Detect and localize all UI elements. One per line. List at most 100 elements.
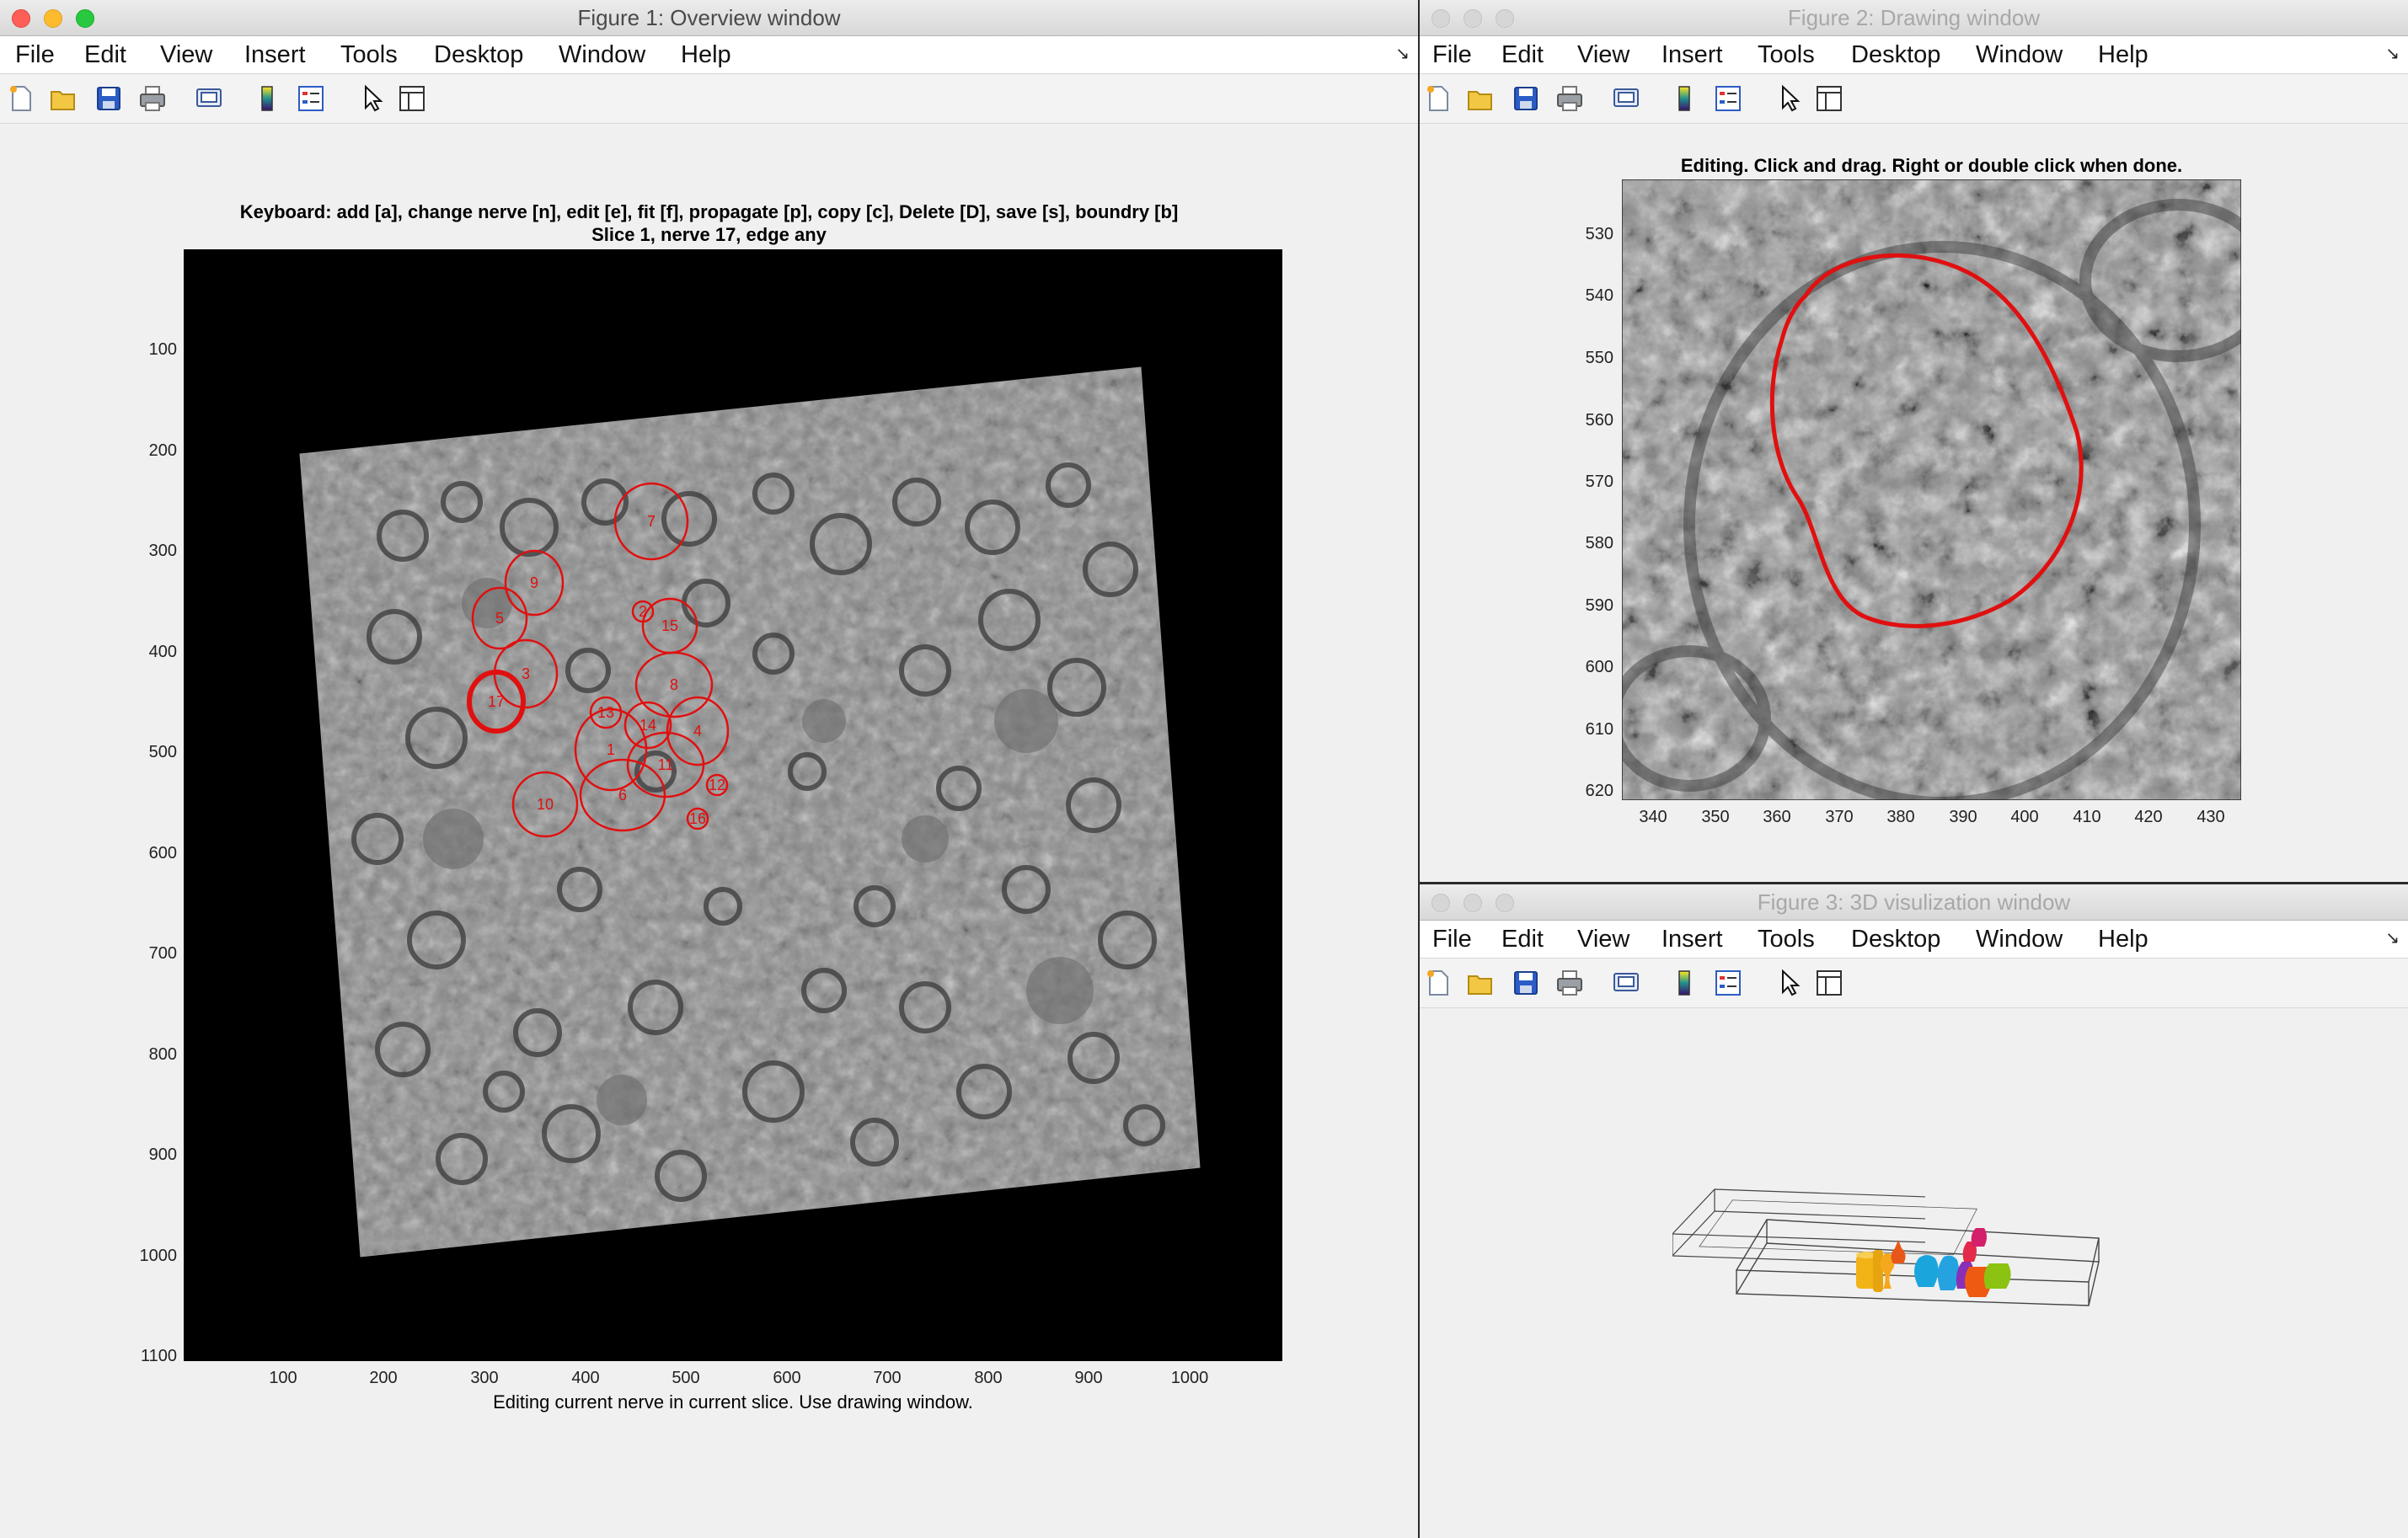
xtick: 400 (2010, 808, 2039, 826)
menu-window[interactable]: Window (1976, 36, 2063, 73)
nerve-label-1: 1 (607, 741, 615, 758)
ytick: 530 (1585, 225, 1613, 243)
menu-desktop[interactable]: Desktop (434, 36, 523, 73)
nerve-label-8: 8 (670, 676, 678, 693)
edit-plot-arrow-icon[interactable] (357, 84, 386, 113)
ytick: 610 (1585, 720, 1613, 739)
property-inspector-icon[interactable] (1815, 969, 1843, 997)
menu-insert[interactable]: Insert (1662, 36, 1723, 73)
menu-desktop[interactable]: Desktop (1851, 921, 1940, 958)
menu-insert[interactable]: Insert (244, 36, 306, 73)
menu-tools[interactable]: Tools (1758, 36, 1815, 73)
3d-nerve-shapes (1856, 1228, 2011, 1297)
overview-axes[interactable]: 795 21538171314 41111261016 (184, 249, 1282, 1361)
window-title: Figure 1: Overview window (577, 5, 841, 30)
open-file-icon[interactable] (49, 84, 78, 113)
nerve-label-4: 4 (693, 723, 702, 740)
menu-window[interactable]: Window (1976, 921, 2063, 958)
nerve-label-9: 9 (530, 574, 538, 591)
open-file-icon[interactable] (1466, 84, 1495, 113)
drawing-axes[interactable] (1622, 179, 2241, 800)
menu-tools[interactable]: Tools (340, 36, 398, 73)
print-preview-icon[interactable] (195, 84, 223, 113)
xtick: 400 (571, 1369, 600, 1387)
3d-scene[interactable] (1672, 1162, 2178, 1373)
nerve-label-5: 5 (495, 610, 504, 627)
nerve-label-12: 12 (709, 777, 725, 793)
menu-file[interactable]: File (1432, 36, 1472, 73)
nerve-label-17: 17 (488, 693, 505, 710)
menu-help[interactable]: Help (681, 36, 731, 73)
nerve-label-7: 7 (647, 513, 656, 530)
figure3-titlebar[interactable]: Figure 3: 3D visulization window (1420, 884, 2408, 921)
xtick: 350 (1701, 808, 1730, 826)
dock-arrow-icon[interactable]: ↘ (2385, 927, 2400, 948)
print-icon[interactable] (1555, 969, 1584, 997)
menu-window[interactable]: Window (559, 36, 645, 73)
legend-icon[interactable] (1714, 84, 1742, 113)
figure2-titlebar[interactable]: Figure 2: Drawing window (1420, 0, 2408, 36)
ytick: 900 (148, 1145, 177, 1164)
dock-arrow-icon[interactable]: ↘ (1395, 43, 1410, 64)
ytick: 600 (1585, 658, 1613, 676)
save-icon[interactable] (1512, 84, 1540, 113)
print-preview-icon[interactable] (1612, 969, 1640, 997)
menu-view[interactable]: View (1577, 36, 1629, 73)
xtick: 800 (974, 1369, 1003, 1387)
ytick: 560 (1585, 411, 1613, 430)
xtick: 370 (1825, 808, 1854, 826)
menu-tools[interactable]: Tools (1758, 921, 1815, 958)
ytick: 600 (148, 844, 177, 862)
property-inspector-icon[interactable] (1815, 84, 1843, 113)
ytick: 800 (148, 1045, 177, 1064)
legend-icon[interactable] (1714, 969, 1742, 997)
axes-title-line2: Slice 1, nerve 17, edge any (591, 224, 827, 245)
colorbar-icon[interactable] (1670, 969, 1699, 997)
nerve-label-6: 6 (618, 787, 627, 804)
xtick: 340 (1639, 808, 1667, 826)
ytick: 620 (1585, 782, 1613, 800)
ytick: 100 (148, 340, 177, 359)
print-icon[interactable] (138, 84, 167, 113)
xtick: 200 (369, 1369, 398, 1387)
menu-file[interactable]: File (15, 36, 55, 73)
print-icon[interactable] (1555, 84, 1584, 113)
new-figure-icon[interactable] (7, 84, 35, 113)
figure1-titlebar[interactable]: Figure 1: Overview window (0, 0, 1418, 36)
nerve-label-11: 11 (658, 756, 674, 773)
nerve-label-3: 3 (522, 665, 530, 682)
menu-edit[interactable]: Edit (1501, 921, 1544, 958)
property-inspector-icon[interactable] (398, 84, 426, 113)
edit-plot-arrow-icon[interactable] (1774, 84, 1803, 113)
ytick: 500 (148, 743, 177, 761)
legend-icon[interactable] (297, 84, 325, 113)
colorbar-icon[interactable] (1670, 84, 1699, 113)
dock-arrow-icon[interactable]: ↘ (2385, 43, 2400, 64)
menu-desktop[interactable]: Desktop (1851, 36, 1940, 73)
window-title: Figure 2: Drawing window (1787, 5, 2041, 30)
menu-edit[interactable]: Edit (84, 36, 126, 73)
xtick: 300 (470, 1369, 499, 1387)
xtick: 430 (2197, 808, 2225, 826)
xtick: 1000 (1170, 1369, 1209, 1387)
xtick: 390 (1949, 808, 1977, 826)
menu-help[interactable]: Help (2098, 36, 2148, 73)
nerve-label-16: 16 (689, 810, 706, 827)
colorbar-icon[interactable] (253, 84, 281, 113)
save-icon[interactable] (1512, 969, 1540, 997)
nerve-label-10: 10 (537, 796, 554, 813)
menu-file[interactable]: File (1432, 921, 1472, 958)
print-preview-icon[interactable] (1612, 84, 1640, 113)
menu-help[interactable]: Help (2098, 921, 2148, 958)
open-file-icon[interactable] (1466, 969, 1495, 997)
edit-plot-arrow-icon[interactable] (1774, 969, 1803, 997)
figure2-window: Figure 2: Drawing window File Edit View … (1420, 0, 2408, 882)
new-figure-icon[interactable] (1424, 969, 1453, 997)
menu-insert[interactable]: Insert (1662, 921, 1723, 958)
menu-view[interactable]: View (1577, 921, 1629, 958)
menu-view[interactable]: View (160, 36, 212, 73)
save-icon[interactable] (94, 84, 123, 113)
menu-edit[interactable]: Edit (1501, 36, 1544, 73)
ytick: 570 (1585, 473, 1613, 491)
new-figure-icon[interactable] (1424, 84, 1453, 113)
